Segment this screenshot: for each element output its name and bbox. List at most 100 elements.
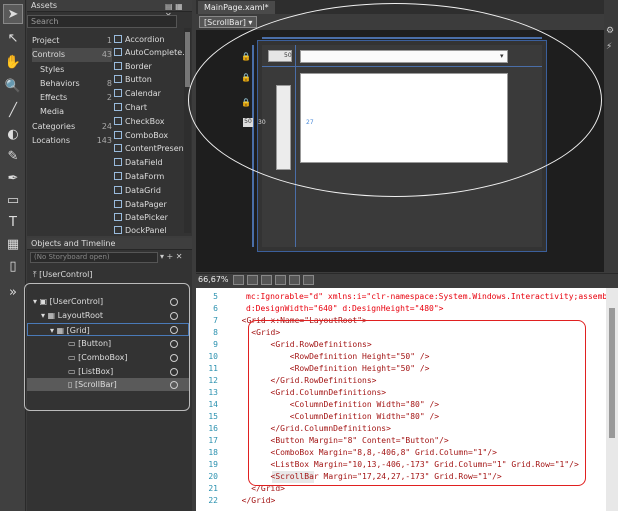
highlight-ellipse bbox=[188, 3, 602, 197]
code-line[interactable]: </Grid> bbox=[232, 495, 276, 507]
eye-icon[interactable] bbox=[170, 312, 178, 320]
tree-item-grid[interactable]: ▾ ▦ [Grid] bbox=[27, 323, 189, 336]
event-icon[interactable]: ⚡ bbox=[606, 42, 612, 52]
line-number: 8 bbox=[213, 328, 218, 337]
asset-item[interactable]: CheckBox bbox=[114, 115, 184, 128]
control-tool-icon[interactable]: ▯ bbox=[3, 256, 23, 276]
asset-item[interactable]: DataGrid bbox=[114, 184, 184, 197]
control-icon bbox=[114, 200, 122, 208]
line-number: 7 bbox=[213, 316, 218, 325]
eye-icon[interactable] bbox=[170, 340, 178, 348]
line-number: 21 bbox=[208, 484, 218, 493]
category-project[interactable]: Project 1 bbox=[32, 34, 112, 48]
tree-item-scrollbar[interactable]: ▯ [ScrollBar] bbox=[27, 378, 189, 391]
control-icon bbox=[114, 89, 122, 97]
category-styles[interactable]: Styles bbox=[40, 63, 112, 77]
pan-hand-icon[interactable]: ✋ bbox=[3, 52, 23, 72]
text-tool-icon[interactable]: T bbox=[3, 212, 23, 232]
highlight-box bbox=[248, 320, 586, 486]
control-icon bbox=[114, 172, 122, 180]
asset-item[interactable]: AutoComplete... bbox=[114, 46, 184, 59]
storyboard-controls[interactable]: ▾ + ✕ bbox=[160, 252, 190, 262]
control-icon bbox=[114, 75, 122, 83]
storyboard-selector[interactable]: (No Storyboard open) bbox=[30, 252, 158, 263]
code-line[interactable]: d:DesignWidth="640" d:DesignHeight="480"… bbox=[246, 303, 443, 315]
asset-item[interactable]: DockPanel bbox=[114, 224, 184, 237]
category-media[interactable]: Media bbox=[40, 105, 112, 119]
control-icon bbox=[114, 117, 122, 125]
line-number: 15 bbox=[208, 412, 218, 421]
root-scope[interactable]: ⤒ [UserControl] bbox=[33, 268, 93, 281]
eye-icon[interactable] bbox=[170, 368, 178, 376]
line-number: 14 bbox=[208, 400, 218, 409]
line-number: 13 bbox=[208, 388, 218, 397]
annotations-icon[interactable] bbox=[303, 275, 314, 285]
scrollbar-thumb[interactable] bbox=[185, 32, 190, 87]
tree-item-listbox[interactable]: ▭ [ListBox] bbox=[68, 365, 113, 378]
asset-item[interactable]: DataField bbox=[114, 156, 184, 169]
code-scrollbar[interactable] bbox=[606, 288, 618, 511]
code-line[interactable]: mc:Ignorable="d" xmlns:i="clr-namespace:… bbox=[246, 291, 607, 303]
eye-icon[interactable] bbox=[170, 381, 178, 389]
asset-item[interactable]: ContentPresen... bbox=[114, 142, 184, 155]
line-number: 10 bbox=[208, 352, 218, 361]
paint-bucket-icon[interactable]: ◐ bbox=[3, 124, 23, 144]
zoom-level[interactable]: 66,67% bbox=[198, 275, 229, 284]
control-icon bbox=[114, 226, 122, 234]
control-icon bbox=[114, 103, 122, 111]
category-effects[interactable]: Effects 2 bbox=[40, 91, 112, 105]
line-number: 9 bbox=[213, 340, 218, 349]
asset-item[interactable]: Button bbox=[114, 73, 184, 86]
snap-grid-icon[interactable] bbox=[275, 275, 286, 285]
asset-item[interactable]: DataPager bbox=[114, 198, 184, 211]
tab-mainpage[interactable]: MainPage.xaml* bbox=[198, 1, 275, 14]
effects-toggle-icon[interactable] bbox=[247, 275, 258, 285]
breadcrumb[interactable]: [ScrollBar] ▾ bbox=[199, 16, 258, 28]
rectangle-tool-icon[interactable]: ▭ bbox=[3, 190, 23, 210]
pen-icon[interactable]: ✒ bbox=[3, 168, 23, 188]
assets-panel-controls[interactable]: ▤ ▦ ✕ bbox=[165, 2, 191, 20]
tree-item-button[interactable]: ▭ [Button] bbox=[68, 337, 111, 350]
assets-scrollbar[interactable] bbox=[184, 28, 191, 233]
control-icon bbox=[114, 186, 122, 194]
tree-item-combobox[interactable]: ▭ [ComboBox] bbox=[68, 351, 127, 364]
selection-tool-icon[interactable]: ➤ bbox=[3, 4, 23, 24]
direct-selection-icon[interactable]: ↖ bbox=[3, 28, 23, 48]
eye-icon[interactable] bbox=[170, 326, 178, 334]
zoom-dropdown-icon[interactable] bbox=[233, 275, 244, 285]
line-number: 16 bbox=[208, 424, 218, 433]
control-icon bbox=[114, 35, 122, 43]
asset-item[interactable]: DatePicker bbox=[114, 211, 184, 224]
line-number: 11 bbox=[208, 364, 218, 373]
line-number: 12 bbox=[208, 376, 218, 385]
asset-item[interactable]: Border bbox=[114, 60, 184, 73]
asset-item[interactable]: Accordion bbox=[114, 33, 184, 46]
category-behaviors[interactable]: Behaviors 8 bbox=[40, 77, 112, 91]
asset-item[interactable]: Calendar bbox=[114, 87, 184, 100]
eye-icon[interactable] bbox=[170, 298, 178, 306]
line-number: 5 bbox=[213, 292, 218, 301]
asset-item[interactable]: Chart bbox=[114, 101, 184, 114]
asset-item[interactable]: ComboBox bbox=[114, 129, 184, 142]
gear-icon[interactable]: ⚙ bbox=[606, 26, 614, 36]
tree-item-usercontrol[interactable]: ▾ ▣ [UserControl] bbox=[33, 295, 103, 308]
snap-lines-icon[interactable] bbox=[289, 275, 300, 285]
toolbox: ➤ ↖ ✋ 🔍 ╱ ◐ ✎ ✒ ▭ T ▦ ▯ » bbox=[0, 0, 26, 511]
category-locations[interactable]: Locations 143 bbox=[32, 134, 112, 148]
assets-expand-icon[interactable]: » bbox=[3, 282, 23, 302]
control-icon bbox=[114, 213, 122, 221]
status-bar bbox=[196, 273, 618, 287]
grid-toggle-icon[interactable] bbox=[261, 275, 272, 285]
brush-icon[interactable]: ✎ bbox=[3, 146, 23, 166]
eye-icon[interactable] bbox=[170, 354, 178, 362]
grid-tool-icon[interactable]: ▦ bbox=[3, 234, 23, 254]
search-input[interactable]: Search bbox=[27, 15, 177, 28]
category-categories[interactable]: Categories 24 bbox=[32, 120, 112, 134]
tree-item-layoutroot[interactable]: ▾ ▦ LayoutRoot bbox=[41, 309, 103, 322]
eyedropper-icon[interactable]: ╱ bbox=[3, 100, 23, 120]
zoom-icon[interactable]: 🔍 bbox=[3, 76, 23, 96]
category-controls[interactable]: Controls 43 bbox=[32, 48, 112, 62]
objects-title: Objects and Timeline bbox=[27, 238, 192, 250]
scrollbar-thumb[interactable] bbox=[609, 308, 615, 438]
asset-item[interactable]: DataForm bbox=[114, 170, 184, 183]
